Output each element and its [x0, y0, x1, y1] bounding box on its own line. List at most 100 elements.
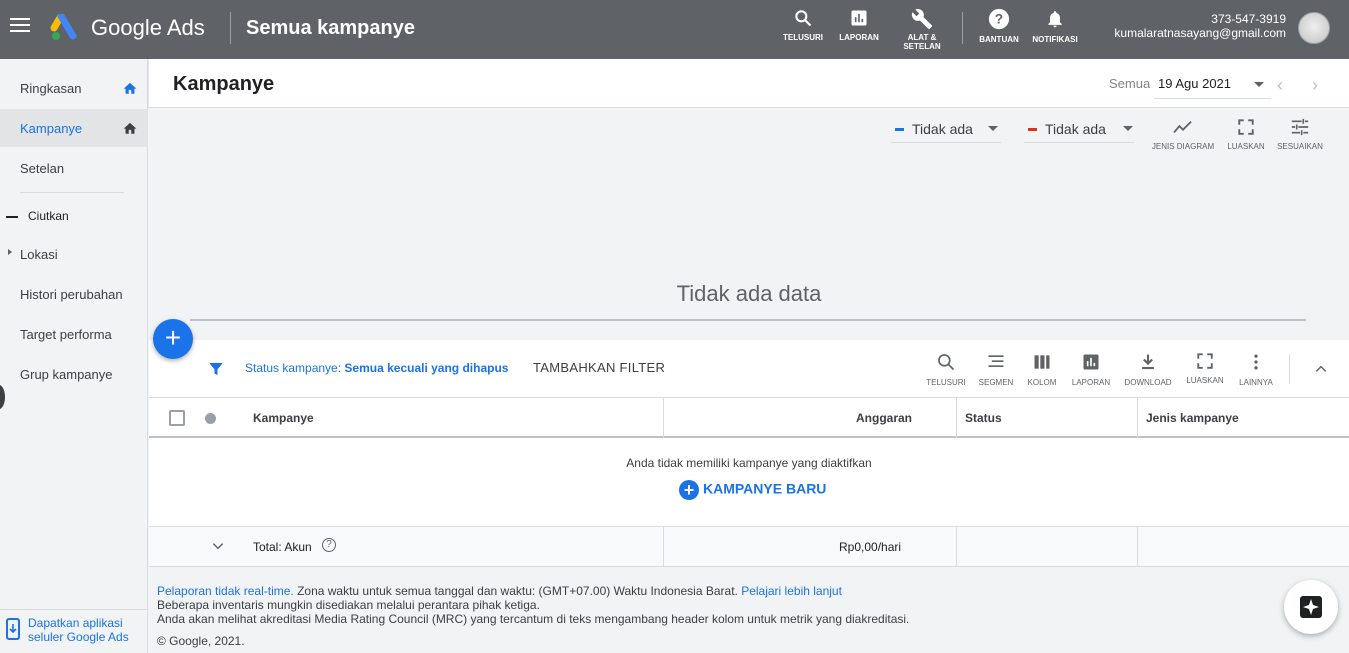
next-period-button[interactable]: ›	[1312, 75, 1318, 96]
more-button[interactable]: LAINNYA	[1235, 352, 1277, 387]
account-id: 373-547-3919	[1211, 12, 1286, 26]
collapse-dash-icon	[6, 216, 18, 218]
table-expand-label: LUASKAN	[1186, 376, 1224, 385]
add-filter-button[interactable]: TAMBAHKAN FILTER	[533, 360, 665, 375]
column-header-campaign[interactable]: Kampanye	[253, 411, 314, 425]
timezone-text: Zona waktu untuk semua tanggal dan waktu…	[293, 584, 742, 598]
reports-button[interactable]: LAPORAN	[831, 8, 887, 42]
column-divider	[956, 527, 957, 567]
total-row: Total: Akun ? Rp0,00/hari	[149, 527, 1349, 567]
column-divider	[663, 527, 664, 567]
collapse-label: Ciutkan	[28, 209, 69, 223]
empty-table-message: Anda tidak memiliki kampanye yang diakti…	[626, 456, 872, 470]
chevron-down-icon	[988, 126, 998, 131]
chart-customize-label: SESUAIKAN	[1277, 142, 1323, 151]
footer-line-1: Pelaporan tidak real-time. Zona waktu un…	[157, 584, 842, 598]
avatar[interactable]	[1298, 12, 1330, 44]
footer: Pelaporan tidak real-time. Zona waktu un…	[149, 567, 1349, 653]
empty-table-row: Anda tidak memiliki kampanye yang diakti…	[149, 440, 1349, 527]
date-range-value: 19 Agu 2021	[1158, 76, 1232, 91]
help-circle-icon[interactable]: ?	[322, 538, 336, 552]
assistant-button[interactable]	[1284, 580, 1338, 634]
select-all-checkbox[interactable]	[169, 410, 185, 426]
learn-more-link[interactable]: Pelajari lebih lanjut	[741, 584, 842, 598]
column-header-status[interactable]: Status	[965, 411, 1002, 425]
chevron-down-icon[interactable]	[211, 539, 225, 553]
chart-expand-button[interactable]: LUASKAN	[1223, 118, 1269, 151]
metric-selector-2[interactable]: Tidak ada	[1024, 118, 1134, 143]
add-campaign-fab[interactable]: +	[153, 319, 193, 359]
sidebar-item-label: Histori perubahan	[20, 287, 123, 302]
chart-customize-button[interactable]: SESUAIKAN	[1275, 118, 1325, 151]
sidebar-item-overview[interactable]: Ringkasan	[0, 69, 148, 107]
tune-icon	[1291, 118, 1309, 136]
topbar-divider	[230, 12, 231, 44]
tools-label: ALAT & SETELAN	[894, 33, 950, 51]
table-expand-button[interactable]: LUASKAN	[1183, 352, 1227, 385]
columns-button[interactable]: KOLOM	[1024, 352, 1060, 387]
segment-label: SEGMEN	[978, 378, 1014, 387]
new-campaign-label: KAMPANYE BARU	[703, 480, 827, 497]
search-icon	[938, 354, 955, 371]
fullscreen-icon	[1197, 353, 1213, 369]
status-filter-chip[interactable]: Status kampanye: Semua kecuali yang diha…	[245, 361, 508, 375]
metric2-color-swatch	[1028, 128, 1037, 131]
footer-line-2: Beberapa inventaris mungkin disediakan m…	[157, 598, 540, 612]
reports-label: LAPORAN	[839, 33, 879, 42]
segment-icon	[988, 355, 1004, 367]
sidebar-item-settings[interactable]: Setelan	[0, 149, 148, 187]
tools-settings-button[interactable]: ALAT & SETELAN	[894, 8, 950, 51]
sidebar-item-label: Kampanye	[20, 121, 83, 136]
table-reports-button[interactable]: LAPORAN	[1068, 352, 1114, 387]
sidebar-collapse[interactable]: Ciutkan	[0, 209, 148, 225]
status-filter-label: Status kampanye:	[245, 361, 342, 375]
new-campaign-button[interactable]: + KAMPANYE BARU	[679, 480, 826, 500]
more-label: LAINNYA	[1239, 378, 1273, 387]
column-divider	[1137, 527, 1138, 567]
help-button[interactable]: ? BANTUAN	[971, 8, 1027, 44]
mobile-app-text: Dapatkan aplikasi seluler Google Ads	[28, 616, 129, 644]
no-data-text: Tidak ada data	[676, 281, 822, 306]
status-filter-value: Semua kecuali yang dihapus	[344, 361, 509, 375]
notifications-button[interactable]: NOTIFIKASI	[1027, 8, 1083, 44]
column-header-campaign-type[interactable]: Jenis kampanye	[1146, 411, 1239, 425]
sidebar-item-label: Grup kampanye	[20, 367, 113, 382]
home-icon	[123, 122, 137, 134]
chart-baseline	[190, 319, 1306, 321]
column-divider	[1137, 398, 1138, 438]
sidebar-item-performance-targets[interactable]: Target performa	[0, 315, 148, 353]
account-email: kumalaratnasayang@gmail.com	[1114, 26, 1286, 40]
date-range-select[interactable]: 19 Agu 2021	[1154, 73, 1271, 99]
sidebar-item-change-history[interactable]: Histori perubahan	[0, 275, 148, 313]
chevron-up-icon[interactable]	[1314, 362, 1328, 376]
table-header: Kampanye Anggaran Status Jenis kampanye	[149, 398, 1349, 438]
account-info[interactable]: 373-547-3919 kumalaratnasayang@gmail.com	[1114, 12, 1286, 40]
svg-text:?: ?	[995, 12, 1003, 27]
table-search-button[interactable]: TELUSURI	[925, 352, 967, 387]
metric-selector-1[interactable]: Tidak ada	[891, 118, 1001, 143]
plus-icon: +	[164, 322, 182, 353]
search-button[interactable]: TELUSURI	[775, 8, 831, 42]
sparkle-icon	[1300, 596, 1322, 618]
menu-icon[interactable]	[10, 18, 30, 38]
non-realtime-reporting-link[interactable]: Pelaporan tidak real-time.	[157, 584, 294, 598]
sidebar-item-locations[interactable]: Lokasi	[0, 235, 148, 273]
sidebar-item-campaign-groups[interactable]: Grup kampanye	[0, 355, 148, 393]
prev-period-button[interactable]: ‹	[1277, 75, 1283, 96]
chart-type-button[interactable]: JENIS DIAGRAM	[1151, 118, 1215, 151]
phone-icon	[6, 618, 20, 640]
main-header: Kampanye Semua 19 Agu 2021 ‹ ›	[149, 59, 1349, 108]
bar-chart-icon	[1083, 354, 1099, 370]
metric2-value: Tidak ada	[1045, 121, 1106, 137]
table-reports-label: LAPORAN	[1071, 378, 1111, 387]
chart-type-label: JENIS DIAGRAM	[1151, 142, 1215, 151]
download-button[interactable]: DOWNLOAD	[1122, 352, 1174, 387]
date-range-prefix: Semua	[1109, 76, 1151, 91]
filter-icon[interactable]	[207, 360, 225, 378]
segment-button[interactable]: SEGMEN	[976, 352, 1016, 387]
tools-label-line2: SETELAN	[903, 42, 941, 51]
column-header-budget[interactable]: Anggaran	[856, 411, 912, 425]
toolbar-separator	[1289, 354, 1290, 384]
sidebar-item-campaigns[interactable]: Kampanye	[0, 109, 148, 147]
get-mobile-app-link[interactable]: Dapatkan aplikasi seluler Google Ads	[0, 609, 148, 653]
